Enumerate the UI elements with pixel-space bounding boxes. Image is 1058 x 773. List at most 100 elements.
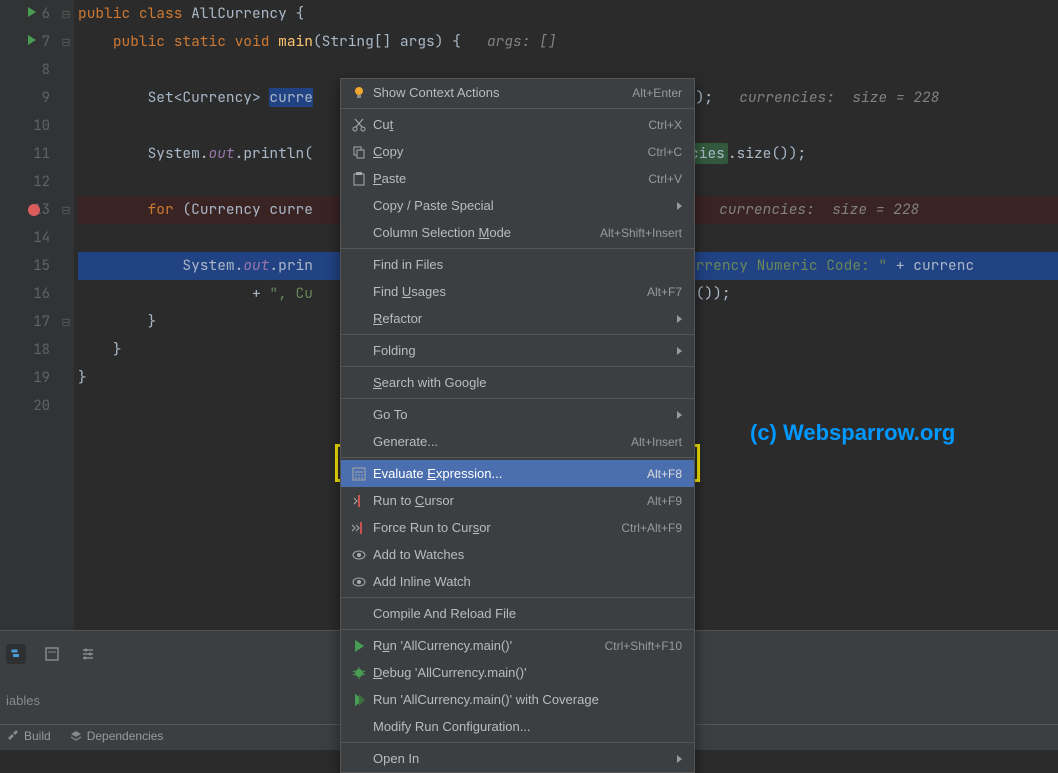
menu-item-label: Paste <box>373 171 648 186</box>
gutter-line[interactable]: 15 <box>0 252 58 280</box>
menu-item-label: Compile And Reload File <box>373 606 682 621</box>
menu-separator <box>341 629 694 630</box>
icon-placeholder <box>349 606 369 622</box>
icon-placeholder <box>349 719 369 735</box>
cursor-icon <box>349 493 369 509</box>
menu-separator <box>341 366 694 367</box>
menu-shortcut: Alt+F8 <box>647 467 682 481</box>
icon-placeholder <box>349 257 369 273</box>
debug-settings-icon[interactable] <box>78 644 98 664</box>
icon-placeholder <box>349 343 369 359</box>
gutter-line[interactable]: 14 <box>0 224 58 252</box>
menu-item-folding[interactable]: Folding <box>341 337 694 364</box>
icon-placeholder <box>349 434 369 450</box>
menu-separator <box>341 108 694 109</box>
menu-item-column-selection-mode[interactable]: Column Selection ModeAlt+Shift+Insert <box>341 219 694 246</box>
icon-placeholder <box>349 284 369 300</box>
menu-separator <box>341 597 694 598</box>
menu-shortcut: Alt+Insert <box>631 435 682 449</box>
menu-item-force-run-to-cursor[interactable]: Force Run to CursorCtrl+Alt+F9 <box>341 514 694 541</box>
submenu-arrow-icon <box>677 315 682 323</box>
menu-item-cut[interactable]: CutCtrl+X <box>341 111 694 138</box>
fold-column: ⊟ ⊟ ⊟ ⊟ <box>58 0 74 630</box>
menu-item-label: Open In <box>373 751 671 766</box>
build-toolwindow-button[interactable]: Build <box>6 729 51 743</box>
submenu-arrow-icon <box>677 202 682 210</box>
menu-item-label: Find in Files <box>373 257 682 272</box>
gutter-line[interactable]: 6 <box>0 0 58 28</box>
fold-marker[interactable]: ⊟ <box>58 308 74 336</box>
menu-item-label: Force Run to Cursor <box>373 520 621 535</box>
menu-item-open-in[interactable]: Open In <box>341 745 694 772</box>
menu-item-copy[interactable]: CopyCtrl+C <box>341 138 694 165</box>
menu-item-paste[interactable]: PasteCtrl+V <box>341 165 694 192</box>
menu-item-show-context-actions[interactable]: Show Context ActionsAlt+Enter <box>341 79 694 106</box>
gutter-line[interactable]: 20 <box>0 392 58 420</box>
run-gutter-icon[interactable] <box>28 35 36 45</box>
menu-item-find-in-files[interactable]: Find in Files <box>341 251 694 278</box>
cut-icon <box>349 117 369 133</box>
menu-shortcut: Alt+Enter <box>632 86 682 100</box>
gutter-line[interactable]: 19 <box>0 364 58 392</box>
menu-item-label: Run 'AllCurrency.main()' with Coverage <box>373 692 682 707</box>
gutter-line[interactable]: 8 <box>0 56 58 84</box>
menu-item-find-usages[interactable]: Find UsagesAlt+F7 <box>341 278 694 305</box>
dependencies-toolwindow-button[interactable]: Dependencies <box>69 729 164 743</box>
menu-item-copy-paste-special[interactable]: Copy / Paste Special <box>341 192 694 219</box>
menu-item-refactor[interactable]: Refactor <box>341 305 694 332</box>
fold-marker[interactable]: ⊟ <box>58 196 74 224</box>
calc-icon <box>349 466 369 482</box>
menu-separator <box>341 398 694 399</box>
menu-item-modify-run-configuration[interactable]: Modify Run Configuration... <box>341 713 694 740</box>
bulb-icon <box>349 85 369 101</box>
force-icon <box>349 520 369 536</box>
run-gutter-icon[interactable] <box>28 7 36 17</box>
gutter-line[interactable]: 9 <box>0 84 58 112</box>
menu-item-run-allcurrency-main-with-coverage[interactable]: Run 'AllCurrency.main()' with Coverage <box>341 686 694 713</box>
gutter-line[interactable]: 12 <box>0 168 58 196</box>
menu-item-add-inline-watch[interactable]: Add Inline Watch <box>341 568 694 595</box>
menu-item-evaluate-expression[interactable]: Evaluate Expression...Alt+F8 <box>341 460 694 487</box>
gutter-line[interactable]: 17 <box>0 308 58 336</box>
debug-stack-icon[interactable] <box>6 644 26 664</box>
gutter-line[interactable]: 16 <box>0 280 58 308</box>
fold-marker[interactable]: ⊟ <box>58 28 74 56</box>
gutter-line[interactable]: 11 <box>0 140 58 168</box>
menu-item-label: Debug 'AllCurrency.main()' <box>373 665 682 680</box>
breakpoint-icon[interactable] <box>28 204 40 216</box>
menu-item-add-to-watches[interactable]: Add to Watches <box>341 541 694 568</box>
fold-marker[interactable]: ⊟ <box>58 0 74 28</box>
submenu-arrow-icon <box>677 755 682 763</box>
submenu-arrow-icon <box>677 411 682 419</box>
menu-item-label: Refactor <box>373 311 671 326</box>
menu-item-run-allcurrency-main[interactable]: Run 'AllCurrency.main()'Ctrl+Shift+F10 <box>341 632 694 659</box>
menu-item-compile-and-reload-file[interactable]: Compile And Reload File <box>341 600 694 627</box>
gutter-line[interactable]: 7 <box>0 28 58 56</box>
paste-icon <box>349 171 369 187</box>
icon-placeholder <box>349 407 369 423</box>
menu-item-debug-allcurrency-main[interactable]: Debug 'AllCurrency.main()' <box>341 659 694 686</box>
menu-item-label: Copy / Paste Special <box>373 198 671 213</box>
icon-placeholder <box>349 375 369 391</box>
gutter-line[interactable]: 13 <box>0 196 58 224</box>
gutter-line[interactable]: 10 <box>0 112 58 140</box>
menu-item-go-to[interactable]: Go To <box>341 401 694 428</box>
menu-item-label: Evaluate Expression... <box>373 466 647 481</box>
menu-shortcut: Alt+Shift+Insert <box>600 226 682 240</box>
run-icon <box>349 638 369 654</box>
debug-icon <box>349 665 369 681</box>
watch-icon <box>349 547 369 563</box>
menu-item-generate[interactable]: Generate...Alt+Insert <box>341 428 694 455</box>
watch-icon <box>349 574 369 590</box>
menu-item-run-to-cursor[interactable]: Run to CursorAlt+F9 <box>341 487 694 514</box>
menu-item-label: Cut <box>373 117 648 132</box>
menu-item-search-with-google[interactable]: Search with Google <box>341 369 694 396</box>
menu-shortcut: Ctrl+V <box>648 172 682 186</box>
debug-calculator-icon[interactable] <box>42 644 62 664</box>
menu-shortcut: Alt+F7 <box>647 285 682 299</box>
menu-item-label: Go To <box>373 407 671 422</box>
context-menu: Show Context ActionsAlt+EnterCutCtrl+XCo… <box>340 78 695 773</box>
menu-separator <box>341 457 694 458</box>
gutter-line[interactable]: 18 <box>0 336 58 364</box>
menu-item-label: Add Inline Watch <box>373 574 682 589</box>
